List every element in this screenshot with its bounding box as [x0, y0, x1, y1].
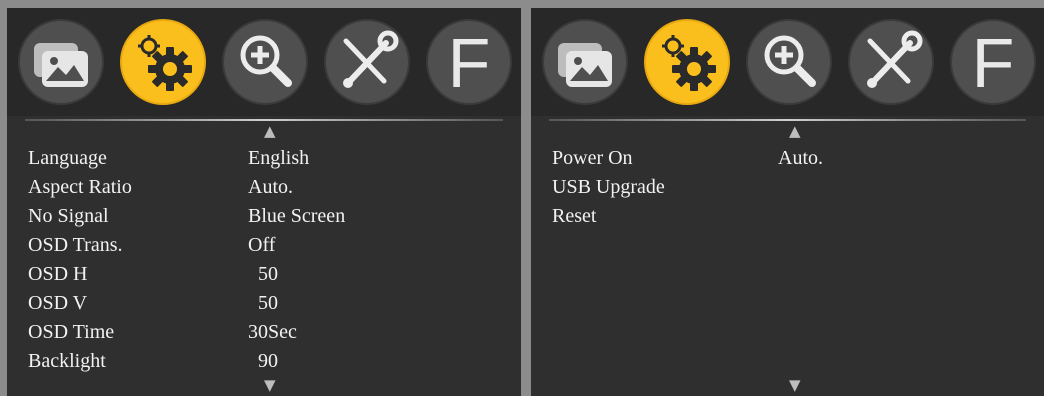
menu-item-label: Backlight [28, 350, 106, 372]
gear-icon [662, 35, 716, 91]
picture-icon [558, 43, 612, 87]
tab-function[interactable]: F [950, 19, 1036, 105]
settings-list: Power On Auto. USB Upgrade Reset [552, 144, 1022, 231]
menu-item-no-signal[interactable]: No Signal Blue Screen [28, 202, 498, 231]
tab-setup[interactable] [120, 19, 206, 105]
menu-item-label: No Signal [28, 205, 109, 227]
menu-item-label: Aspect Ratio [28, 176, 132, 198]
menu-item-label: Reset [552, 205, 597, 227]
zoom-in-icon [764, 35, 816, 87]
tab-setup[interactable] [644, 19, 730, 105]
zoom-in-icon [240, 35, 292, 87]
menu-item-label: OSD Time [28, 321, 115, 343]
menu-item-label: Language [28, 147, 107, 169]
menu-item-label: Power On [552, 147, 633, 169]
menu-item-value: Auto. [248, 176, 293, 198]
menu-item-value: Auto. [778, 147, 823, 169]
tab-zoom[interactable] [222, 19, 308, 105]
menu-item-value: Blue Screen [248, 205, 346, 227]
menu-item-power-on[interactable]: Power On Auto. [552, 144, 1022, 173]
menu-divider [25, 119, 503, 121]
osd-menu-panel-page-2: F ▲ Power On Auto. USB Upgrade Reset ▼ [531, 8, 1044, 396]
tab-tools[interactable] [324, 19, 410, 105]
menu-item-label: OSD H [28, 263, 88, 285]
menu-item-value: 50 [258, 263, 278, 285]
picture-icon [34, 43, 88, 87]
menu-item-backlight[interactable]: Backlight 90 [28, 347, 498, 376]
gear-icon [138, 35, 192, 91]
menu-item-osd-time[interactable]: OSD Time 30Sec [28, 318, 498, 347]
osd-menu-panel-page-1: F ▲ Language English Aspect Ratio Auto. … [7, 8, 521, 396]
menu-item-label: OSD V [28, 292, 88, 314]
tab-function[interactable]: F [426, 19, 512, 105]
osd-tab-bar: F [531, 8, 1044, 116]
settings-list: Language English Aspect Ratio Auto. No S… [28, 144, 498, 376]
scroll-down-arrow[interactable]: ▼ [264, 378, 276, 393]
tab-zoom[interactable] [746, 19, 832, 105]
scroll-down-arrow[interactable]: ▼ [789, 378, 801, 393]
menu-item-value: 50 [258, 292, 278, 314]
menu-item-label: USB Upgrade [552, 176, 665, 198]
menu-item-osd-h[interactable]: OSD H 50 [28, 260, 498, 289]
f-icon: F [447, 24, 491, 102]
tools-icon [867, 30, 923, 88]
tools-icon [343, 30, 399, 88]
menu-item-aspect-ratio[interactable]: Aspect Ratio Auto. [28, 173, 498, 202]
menu-divider [549, 119, 1026, 121]
menu-item-value: 30Sec [248, 321, 297, 343]
menu-item-language[interactable]: Language English [28, 144, 498, 173]
menu-item-osd-trans[interactable]: OSD Trans. Off [28, 231, 498, 260]
scroll-up-arrow[interactable]: ▲ [264, 124, 276, 139]
menu-item-label: OSD Trans. [28, 234, 123, 256]
menu-item-value: English [248, 147, 310, 169]
menu-item-osd-v[interactable]: OSD V 50 [28, 289, 498, 318]
menu-item-value: 90 [258, 350, 278, 372]
osd-tab-bar: F [7, 8, 521, 116]
tab-picture[interactable] [542, 19, 628, 105]
tab-tools[interactable] [848, 19, 934, 105]
osd-screen: F ▲ Language English Aspect Ratio Auto. … [0, 0, 1044, 396]
scroll-up-arrow[interactable]: ▲ [789, 124, 801, 139]
menu-item-reset[interactable]: Reset [552, 202, 1022, 231]
tab-picture[interactable] [18, 19, 104, 105]
menu-item-value: Off [248, 234, 276, 256]
menu-item-usb-upgrade[interactable]: USB Upgrade [552, 173, 1022, 202]
f-icon: F [971, 24, 1015, 102]
